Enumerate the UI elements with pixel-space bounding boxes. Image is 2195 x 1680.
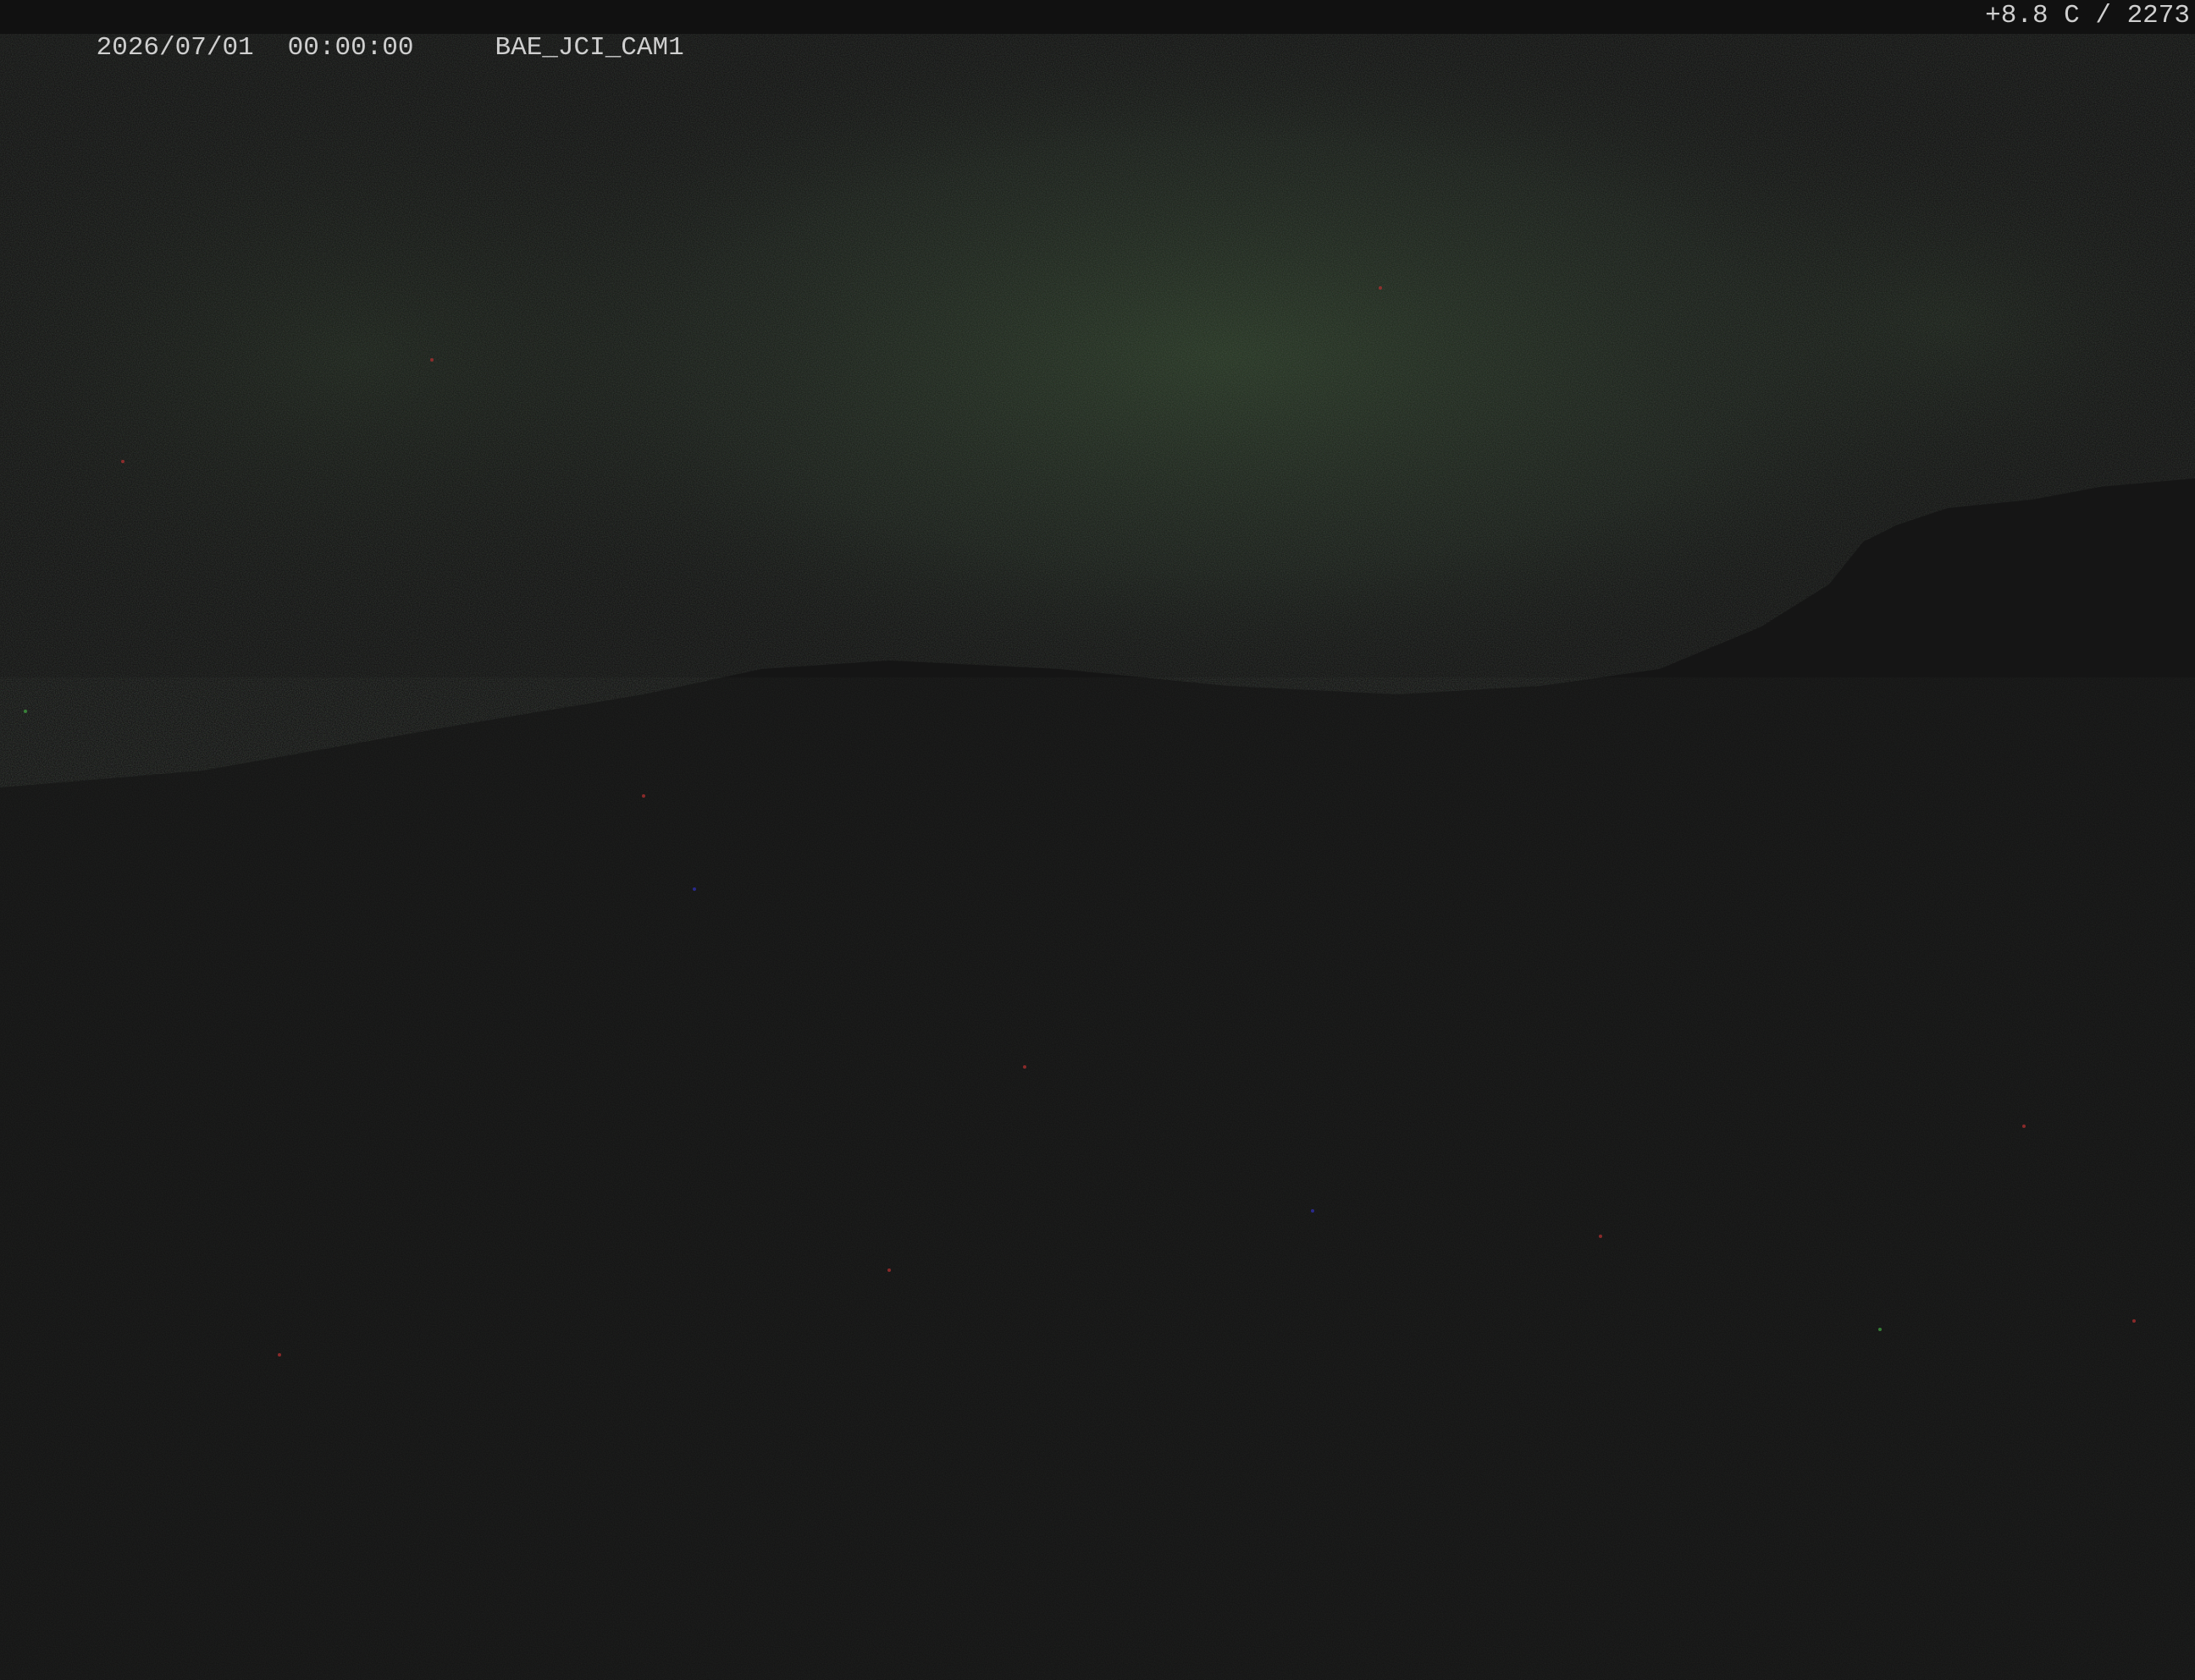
- webcam-frame: 2026/07/01 00:00:00 BAE_JCI_CAM1 +8.8 C / …: [0, 0, 2195, 1680]
- time-stamp: 00:00:00: [287, 33, 414, 63]
- sensor-readout: +8.8 C / 2273: [1985, 1, 2190, 30]
- sensor-noise-ground: [0, 677, 2195, 1680]
- night-scene-image: [0, 0, 2195, 1680]
- date-stamp: 2026/07/01: [96, 33, 254, 63]
- camera-id-label: BAE_JCI_CAM1: [495, 33, 684, 63]
- overlay-left-group: 2026/07/01 00:00:00 BAE_JCI_CAM1: [2, 0, 684, 97]
- timestamp-overlay-bar: 2026/07/01 00:00:00 BAE_JCI_CAM1 +8.8 C / …: [0, 0, 2195, 63]
